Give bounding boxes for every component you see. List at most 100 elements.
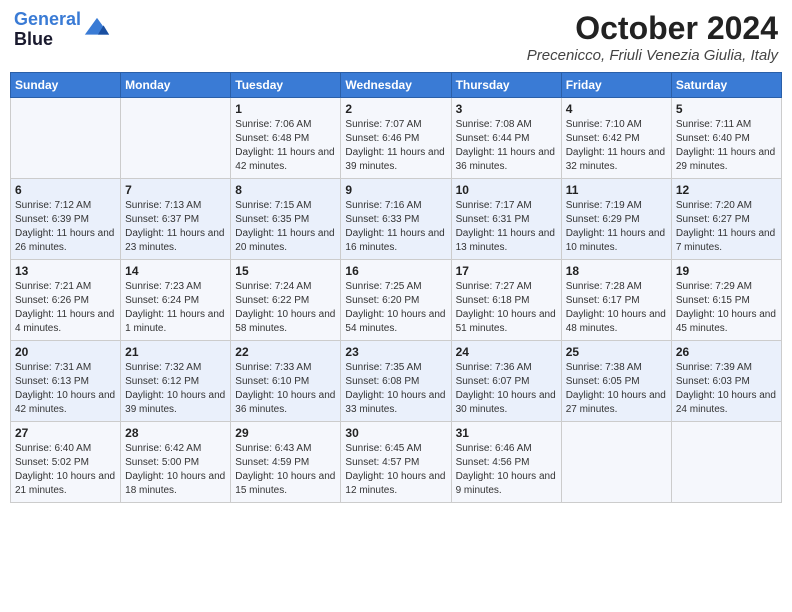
day-info: Sunrise: 7:31 AM Sunset: 6:13 PM Dayligh… xyxy=(15,361,116,417)
week-row-2: 6Sunrise: 7:12 AM Sunset: 6:39 PM Daylig… xyxy=(11,179,782,260)
day-number: 15 xyxy=(235,264,336,278)
day-info: Sunrise: 7:16 AM Sunset: 6:33 PM Dayligh… xyxy=(345,199,446,255)
calendar-cell: 23Sunrise: 7:35 AM Sunset: 6:08 PM Dayli… xyxy=(341,341,451,422)
calendar-cell xyxy=(11,98,121,179)
calendar-cell: 10Sunrise: 7:17 AM Sunset: 6:31 PM Dayli… xyxy=(451,179,561,260)
day-info: Sunrise: 6:43 AM Sunset: 4:59 PM Dayligh… xyxy=(235,442,336,498)
calendar-body: 1Sunrise: 7:06 AM Sunset: 6:48 PM Daylig… xyxy=(11,98,782,503)
week-row-3: 13 Sunrise: 7:21 AM Sunset: 6:26 PM Dayli… xyxy=(11,260,782,341)
calendar-cell: 14Sunrise: 7:23 AM Sunset: 6:24 PM Dayli… xyxy=(121,260,231,341)
calendar-cell: 28 Sunrise: 6:42 AM Sunset: 5:00 PM Dayli… xyxy=(121,422,231,503)
day-number: 21 xyxy=(125,345,226,359)
calendar-cell xyxy=(671,422,781,503)
calendar-cell: 21 Sunrise: 7:32 AM Sunset: 6:12 PM Dayli… xyxy=(121,341,231,422)
calendar-cell: 3Sunrise: 7:08 AM Sunset: 6:44 PM Daylig… xyxy=(451,98,561,179)
day-of-week-thursday: Thursday xyxy=(451,73,561,98)
calendar-cell: 31 Sunrise: 6:46 AM Sunset: 4:56 PM Dayli… xyxy=(451,422,561,503)
day-number: 4 xyxy=(566,102,667,116)
calendar-cell: 29 Sunrise: 6:43 AM Sunset: 4:59 PM Dayli… xyxy=(231,422,341,503)
calendar-cell xyxy=(561,422,671,503)
day-number: 13 xyxy=(15,264,116,278)
calendar-cell: 15 Sunrise: 7:24 AM Sunset: 6:22 PM Dayli… xyxy=(231,260,341,341)
calendar-cell: 18 Sunrise: 7:28 AM Sunset: 6:17 PM Dayli… xyxy=(561,260,671,341)
calendar-cell: 7Sunrise: 7:13 AM Sunset: 6:37 PM Daylig… xyxy=(121,179,231,260)
calendar-cell: 17 Sunrise: 7:27 AM Sunset: 6:18 PM Dayli… xyxy=(451,260,561,341)
day-info: Sunrise: 7:33 AM Sunset: 6:10 PM Dayligh… xyxy=(235,361,336,417)
day-number: 26 xyxy=(676,345,777,359)
logo-text: GeneralBlue xyxy=(14,10,81,50)
day-number: 16 xyxy=(345,264,446,278)
day-info: Sunrise: 6:45 AM Sunset: 4:57 PM Dayligh… xyxy=(345,442,446,498)
day-number: 7 xyxy=(125,183,226,197)
day-number: 12 xyxy=(676,183,777,197)
calendar-cell: 5Sunrise: 7:11 AM Sunset: 6:40 PM Daylig… xyxy=(671,98,781,179)
day-info: Sunrise: 7:29 AM Sunset: 6:15 PM Dayligh… xyxy=(676,280,777,336)
calendar-cell: 8 Sunrise: 7:15 AM Sunset: 6:35 PM Daylig… xyxy=(231,179,341,260)
day-number: 2 xyxy=(345,102,446,116)
day-number: 22 xyxy=(235,345,336,359)
week-row-5: 27 Sunrise: 6:40 AM Sunset: 5:02 PM Dayli… xyxy=(11,422,782,503)
day-info: Sunrise: 7:23 AM Sunset: 6:24 PM Dayligh… xyxy=(125,280,226,336)
week-row-4: 20 Sunrise: 7:31 AM Sunset: 6:13 PM Dayli… xyxy=(11,341,782,422)
day-of-week-wednesday: Wednesday xyxy=(341,73,451,98)
main-title: October 2024 xyxy=(527,10,778,47)
day-number: 10 xyxy=(456,183,557,197)
day-number: 11 xyxy=(566,183,667,197)
day-number: 27 xyxy=(15,426,116,440)
day-info: Sunrise: 7:10 AM Sunset: 6:42 PM Dayligh… xyxy=(566,118,667,174)
day-info: Sunrise: 7:07 AM Sunset: 6:46 PM Dayligh… xyxy=(345,118,446,174)
week-row-1: 1Sunrise: 7:06 AM Sunset: 6:48 PM Daylig… xyxy=(11,98,782,179)
calendar-cell: 1Sunrise: 7:06 AM Sunset: 6:48 PM Daylig… xyxy=(231,98,341,179)
subtitle: Precenicco, Friuli Venezia Giulia, Italy xyxy=(527,47,778,64)
day-info: Sunrise: 7:28 AM Sunset: 6:17 PM Dayligh… xyxy=(566,280,667,336)
day-info: Sunrise: 7:39 AM Sunset: 6:03 PM Dayligh… xyxy=(676,361,777,417)
calendar-cell: 26 Sunrise: 7:39 AM Sunset: 6:03 PM Dayli… xyxy=(671,341,781,422)
day-info: Sunrise: 7:27 AM Sunset: 6:18 PM Dayligh… xyxy=(456,280,557,336)
day-info: Sunrise: 7:32 AM Sunset: 6:12 PM Dayligh… xyxy=(125,361,226,417)
calendar-cell: 27 Sunrise: 6:40 AM Sunset: 5:02 PM Dayli… xyxy=(11,422,121,503)
day-info: Sunrise: 7:15 AM Sunset: 6:35 PM Dayligh… xyxy=(235,199,336,255)
day-info: Sunrise: 7:24 AM Sunset: 6:22 PM Dayligh… xyxy=(235,280,336,336)
calendar-cell: 25Sunrise: 7:38 AM Sunset: 6:05 PM Dayli… xyxy=(561,341,671,422)
day-info: Sunrise: 7:21 AM Sunset: 6:26 PM Dayligh… xyxy=(15,280,116,336)
day-number: 23 xyxy=(345,345,446,359)
day-info: Sunrise: 7:12 AM Sunset: 6:39 PM Dayligh… xyxy=(15,199,116,255)
day-info: Sunrise: 6:40 AM Sunset: 5:02 PM Dayligh… xyxy=(15,442,116,498)
day-info: Sunrise: 7:11 AM Sunset: 6:40 PM Dayligh… xyxy=(676,118,777,174)
calendar-cell: 24 Sunrise: 7:36 AM Sunset: 6:07 PM Dayli… xyxy=(451,341,561,422)
day-number: 31 xyxy=(456,426,557,440)
calendar-cell: 22 Sunrise: 7:33 AM Sunset: 6:10 PM Dayli… xyxy=(231,341,341,422)
day-info: Sunrise: 7:36 AM Sunset: 6:07 PM Dayligh… xyxy=(456,361,557,417)
day-number: 9 xyxy=(345,183,446,197)
day-number: 24 xyxy=(456,345,557,359)
calendar-cell: 19Sunrise: 7:29 AM Sunset: 6:15 PM Dayli… xyxy=(671,260,781,341)
day-info: Sunrise: 6:42 AM Sunset: 5:00 PM Dayligh… xyxy=(125,442,226,498)
day-of-week-friday: Friday xyxy=(561,73,671,98)
calendar-cell: 16 Sunrise: 7:25 AM Sunset: 6:20 PM Dayli… xyxy=(341,260,451,341)
day-info: Sunrise: 6:46 AM Sunset: 4:56 PM Dayligh… xyxy=(456,442,557,498)
title-block: October 2024 Precenicco, Friuli Venezia … xyxy=(527,10,778,64)
day-of-week-saturday: Saturday xyxy=(671,73,781,98)
day-of-week-header: SundayMondayTuesdayWednesdayThursdayFrid… xyxy=(11,73,782,98)
day-number: 8 xyxy=(235,183,336,197)
day-of-week-sunday: Sunday xyxy=(11,73,121,98)
logo-icon xyxy=(83,16,111,44)
calendar-cell: 13 Sunrise: 7:21 AM Sunset: 6:26 PM Dayli… xyxy=(11,260,121,341)
day-number: 29 xyxy=(235,426,336,440)
calendar-cell: 12Sunrise: 7:20 AM Sunset: 6:27 PM Dayli… xyxy=(671,179,781,260)
day-info: Sunrise: 7:06 AM Sunset: 6:48 PM Dayligh… xyxy=(235,118,336,174)
calendar-cell xyxy=(121,98,231,179)
day-info: Sunrise: 7:08 AM Sunset: 6:44 PM Dayligh… xyxy=(456,118,557,174)
day-number: 28 xyxy=(125,426,226,440)
page-header: GeneralBlue October 2024 Precenicco, Fri… xyxy=(10,10,782,64)
day-number: 20 xyxy=(15,345,116,359)
logo: GeneralBlue xyxy=(14,10,111,50)
day-number: 17 xyxy=(456,264,557,278)
day-info: Sunrise: 7:25 AM Sunset: 6:20 PM Dayligh… xyxy=(345,280,446,336)
day-number: 25 xyxy=(566,345,667,359)
day-number: 30 xyxy=(345,426,446,440)
day-number: 18 xyxy=(566,264,667,278)
calendar-cell: 30 Sunrise: 6:45 AM Sunset: 4:57 PM Dayli… xyxy=(341,422,451,503)
day-of-week-monday: Monday xyxy=(121,73,231,98)
calendar-cell: 2 Sunrise: 7:07 AM Sunset: 6:46 PM Daylig… xyxy=(341,98,451,179)
